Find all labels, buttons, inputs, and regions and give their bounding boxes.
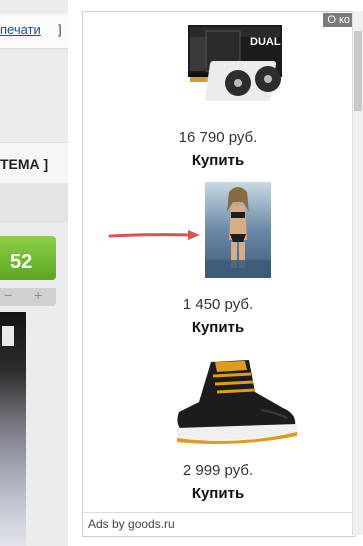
vote-count: 52 [10, 251, 33, 273]
boot-image[interactable] [171, 352, 303, 448]
product-price: 2 999 руб. [182, 462, 254, 479]
print-row: печати ] [0, 14, 68, 49]
content-band [0, 49, 68, 101]
tema-label: ТЕМА ] [0, 156, 49, 172]
buy-button[interactable]: Купить [83, 485, 353, 502]
vote-minus-button[interactable]: − [4, 287, 12, 303]
buy-button[interactable]: Купить [83, 319, 353, 336]
product-price: 1 450 руб. [182, 296, 254, 313]
video-logo-mark [2, 326, 14, 346]
ad-footer: Ads by goods.ru [83, 512, 353, 537]
buy-button[interactable]: Купить [83, 152, 353, 169]
video-thumbnail[interactable] [0, 312, 26, 546]
card-brand-text: DUAL [250, 36, 281, 48]
print-link[interactable]: печати [0, 22, 41, 37]
red-arrow-icon [108, 230, 200, 240]
vote-plus-button[interactable]: + [34, 287, 42, 303]
scrollbar[interactable] [352, 11, 363, 535]
ads-by-label[interactable]: Ads by goods.ru [88, 517, 175, 531]
print-bracket: ] [58, 22, 62, 37]
product-price: 16 790 руб. [178, 129, 258, 146]
tema-row: ТЕМА ] [0, 142, 68, 184]
ad-info-badge[interactable]: О ко [323, 13, 354, 27]
scrollbar-thumb[interactable] [354, 31, 362, 111]
graphics-card-image[interactable]: DUAL [186, 21, 286, 109]
swimsuit-model-image[interactable] [205, 182, 271, 278]
vote-counter: 52 [0, 236, 56, 280]
ad-panel: О ко DUAL 16 790 руб. Купить 1 450 руб. … [82, 11, 356, 537]
vote-controls: − + [0, 287, 56, 306]
content-band [0, 183, 68, 223]
